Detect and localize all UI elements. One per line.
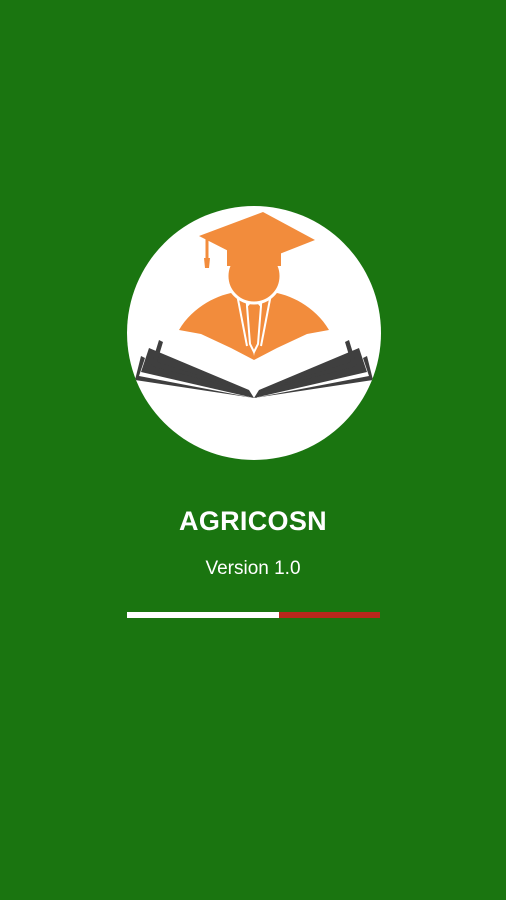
loading-progress-fill	[127, 612, 279, 618]
graduate-reading-book-icon	[135, 212, 373, 398]
version-label: Version 1.0	[205, 558, 301, 579]
app-name: AGRICOSN	[179, 506, 327, 536]
loading-progress-bar	[127, 612, 380, 618]
app-logo	[127, 206, 381, 460]
